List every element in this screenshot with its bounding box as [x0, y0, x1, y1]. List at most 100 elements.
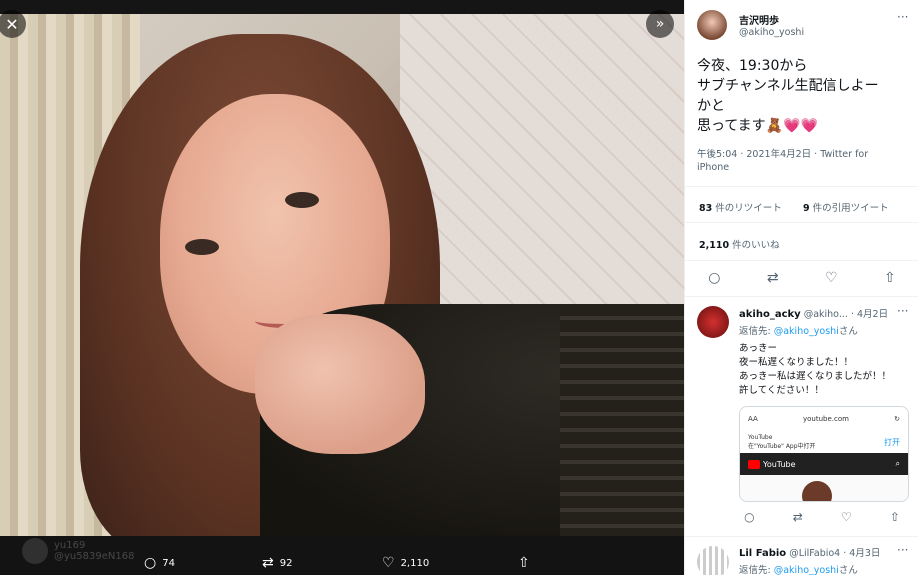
ghost-handle: @yu5839eN168 [54, 551, 135, 562]
reply1-actions: ○ ⇄ ♡ ⇧ [725, 510, 918, 524]
author-name[interactable]: 吉沢明歩 [739, 12, 804, 27]
reply1-line-4: 許してください！！ [739, 385, 824, 396]
retweet-count: 92 [279, 557, 293, 569]
like-stat-num: 2,110 [699, 240, 730, 251]
share-icon[interactable]: ⇧ [884, 270, 896, 286]
author-info: 吉沢明歩 @akiho_yoshi [739, 12, 804, 38]
tweet-line-2: サブチャンネル生配信しよー [697, 78, 879, 94]
ghost-user: yu169 [54, 540, 86, 551]
reply1-replyto-suffix: さん [838, 326, 858, 337]
reply1-date[interactable]: · 4月2日 [851, 309, 888, 320]
more-icon[interactable]: ··· [897, 543, 908, 557]
reload-icon: ↻ [894, 415, 900, 423]
divider [685, 260, 918, 261]
card-app-title: YouTube [748, 434, 773, 441]
heart-icon[interactable]: ♡ [825, 270, 838, 286]
retweet-stat-label: 件のリツイート [715, 203, 782, 214]
divider [685, 186, 918, 187]
card-youtube-header: YouTube ⌕ [740, 453, 908, 475]
reply1-line-1: あっきー [739, 343, 778, 354]
ghost-reply-preview: yu169 @yu5839eN168 [22, 538, 134, 564]
retweet-stat-num: 83 [699, 203, 713, 214]
share-icon: ⇧ [518, 555, 530, 571]
like-count: 2,110 [400, 557, 430, 569]
like-stat-label: 件のいいね [732, 240, 780, 251]
reply1-line-2: 夜ー私遅くなりました！！ [739, 357, 854, 368]
chevron-right-icon[interactable]: » [646, 10, 674, 38]
reply-icon[interactable]: ○ [744, 510, 754, 524]
author-avatar[interactable] [697, 10, 727, 40]
reply2-replyto-prefix: 返信先: [739, 565, 774, 575]
reply2-avatar[interactable] [697, 546, 729, 575]
reply2-handle[interactable]: @LilFabio4 [789, 548, 840, 559]
retweet-icon[interactable]: ⇄ [767, 270, 779, 286]
tweet-line-3: かと [697, 98, 725, 114]
card-open-app-banner: YouTube 在"YouTube" App中打开 打开 [740, 431, 908, 453]
reply-count: 74 [162, 557, 175, 569]
more-icon[interactable]: ··· [897, 10, 908, 24]
share-button[interactable]: ⇧ [518, 555, 530, 571]
quote-stat-label: 件の引用ツイート [812, 203, 889, 214]
card-url: youtube.com [802, 415, 849, 423]
reply2-replyto-suffix: さん [838, 565, 858, 575]
reply1-media-card[interactable]: AA youtube.com ↻ YouTube 在"YouTube" App中… [739, 406, 909, 502]
heart-icon: ♡ [382, 555, 395, 571]
share-icon[interactable]: ⇧ [890, 510, 900, 524]
tweet-text: 今夜、19:30から サブチャンネル生配信しよー かと 思ってます🧸💗💗 [697, 56, 911, 136]
media-viewer: ✕ » yu169 @yu5839eN168 ○ 74 ⇄ 92 ♡ 2,110… [0, 0, 684, 575]
reply1-avatar[interactable] [697, 306, 729, 338]
card-aa: AA [748, 415, 758, 423]
tweet-photo[interactable] [0, 14, 684, 536]
search-icon: ⌕ [895, 459, 900, 468]
author-handle[interactable]: @akiho_yoshi [739, 27, 804, 38]
tweet-timestamp[interactable]: 午後5:04 · 2021年4月2日 · Twitter for iPhone [697, 148, 897, 174]
like-button[interactable]: ♡ 2,110 [382, 555, 429, 571]
card-brand: YouTube [763, 459, 796, 469]
heart-icon[interactable]: ♡ [841, 510, 852, 524]
reply1-replyto-handle[interactable]: @akiho_yoshi [774, 326, 839, 337]
reply-icon: ○ [144, 555, 157, 571]
photo-hand [255, 314, 425, 454]
reply2-header: Lil Fabio @LilFabio4 · 4月3日 [739, 545, 880, 559]
divider [685, 222, 918, 223]
reply2-name[interactable]: Lil Fabio [739, 548, 786, 559]
divider [685, 296, 918, 297]
card-url-bar: AA youtube.com ↻ [740, 407, 908, 431]
reply2-date[interactable]: · 4月3日 [843, 548, 880, 559]
reply-button[interactable]: ○ 74 [144, 555, 175, 571]
card-app-sub: 在"YouTube" App中打开 [748, 443, 816, 450]
reply2-replyto-handle[interactable]: @akiho_yoshi [774, 565, 839, 575]
reply1-line-3: あっきー私は遅くなりましたが！！ [739, 371, 892, 382]
retweet-button[interactable]: ⇄ 92 [262, 555, 292, 571]
tweet-detail-panel: 吉沢明歩 @akiho_yoshi ··· 今夜、19:30から サブチャンネル… [684, 0, 918, 575]
reply2-replyto: 返信先: @akiho_yoshiさん [739, 562, 858, 575]
youtube-play-icon [748, 459, 760, 469]
tweet-line-4: 思ってます🧸💗💗 [697, 118, 818, 134]
retweet-stat[interactable]: 83 件のリツイート [699, 200, 782, 214]
thumbnail-hair [802, 481, 832, 501]
reply1-header: akiho_acky @akiho... · 4月2日 [739, 306, 888, 320]
retweet-icon: ⇄ [262, 555, 274, 571]
youtube-logo: YouTube [748, 459, 796, 469]
ghost-avatar [22, 538, 48, 564]
reply1-handle[interactable]: @akiho... [804, 309, 848, 320]
quote-stat-num: 9 [803, 203, 810, 214]
like-stat[interactable]: 2,110 件のいいね [699, 237, 780, 251]
app-root: ✕ » yu169 @yu5839eN168 ○ 74 ⇄ 92 ♡ 2,110… [0, 0, 918, 575]
retweet-icon[interactable]: ⇄ [793, 510, 803, 524]
reply-icon[interactable]: ○ [708, 270, 720, 286]
reply1-name[interactable]: akiho_acky [739, 309, 801, 320]
photo-wall [400, 14, 684, 314]
reply1-replyto: 返信先: @akiho_yoshiさん [739, 323, 858, 337]
photo-left-eye [185, 239, 219, 255]
tweet-actions: ○ ⇄ ♡ ⇧ [685, 270, 918, 286]
photo-ruffle [560, 304, 684, 536]
photo-right-eye [285, 192, 319, 208]
quote-stat[interactable]: 9 件の引用ツイート [803, 200, 889, 214]
reply1-replyto-prefix: 返信先: [739, 326, 774, 337]
more-icon[interactable]: ··· [897, 304, 908, 318]
card-thumbnail [740, 475, 908, 501]
card-open-button: 打开 [884, 437, 900, 447]
tweet-line-1: 今夜、19:30から [697, 58, 808, 74]
reply1-text: あっきー 夜ー私遅くなりました！！ あっきー私は遅くなりましたが！！ 許してくだ… [739, 342, 891, 398]
